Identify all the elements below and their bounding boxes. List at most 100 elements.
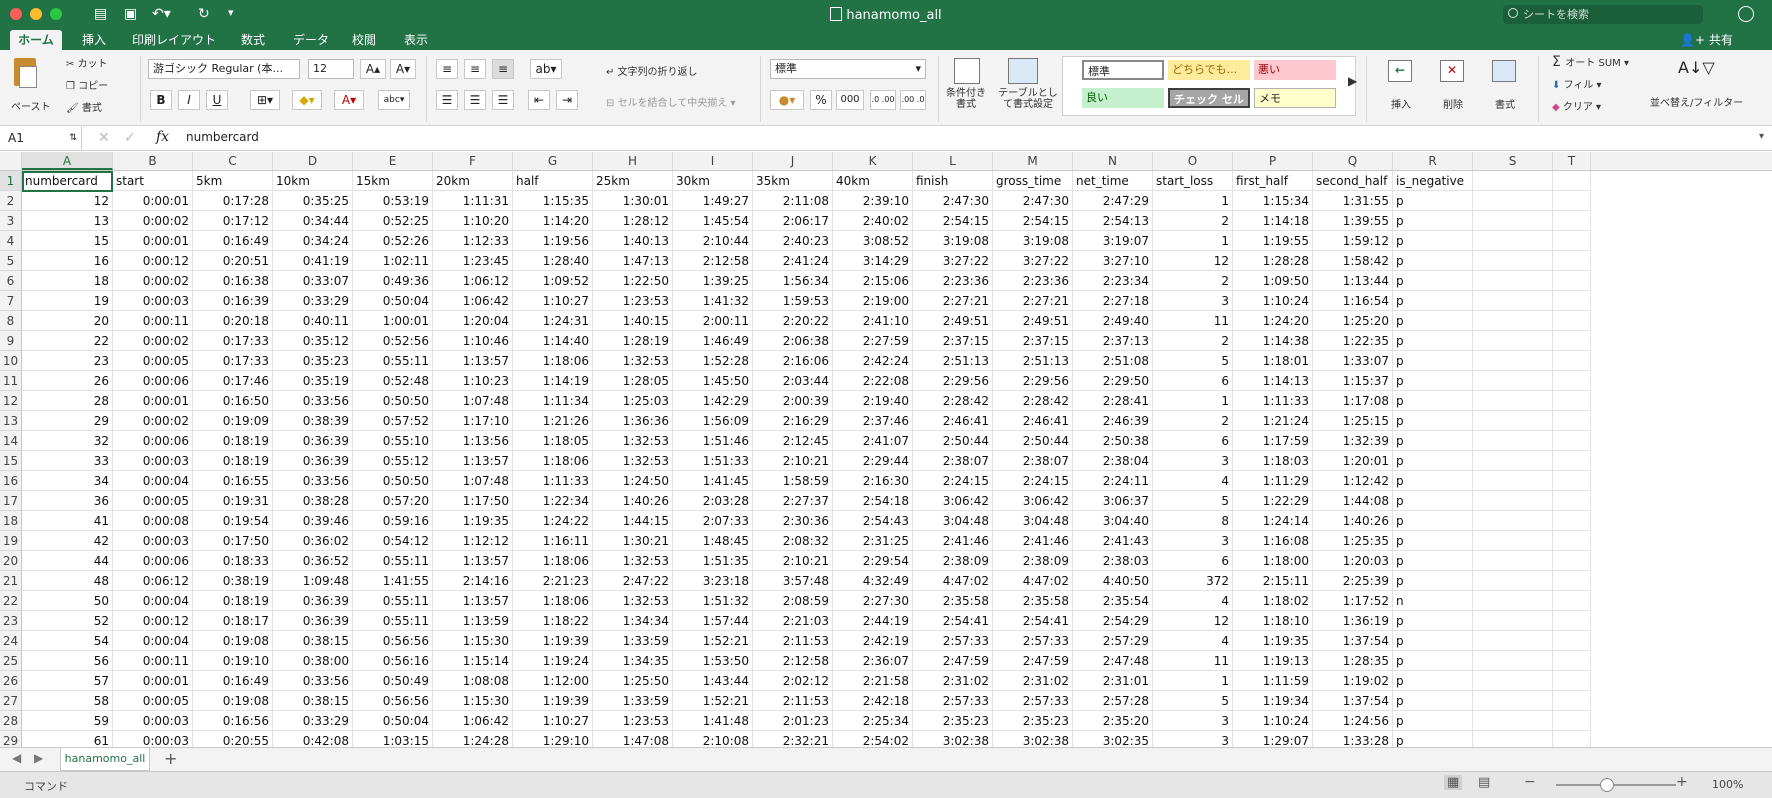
table-cell[interactable]: 2:01:23 bbox=[753, 711, 833, 731]
table-cell[interactable]: 2:29:44 bbox=[833, 451, 913, 471]
table-cell[interactable]: 0:56:56 bbox=[353, 631, 433, 651]
table-cell[interactable]: 0:56:56 bbox=[353, 691, 433, 711]
decrease-indent-button[interactable]: ⇤ bbox=[528, 90, 550, 110]
row-header-4[interactable]: 4 bbox=[0, 231, 22, 251]
sheet-search-input[interactable]: シートを検索 bbox=[1503, 5, 1703, 24]
insert-cells-button[interactable]: ← 挿入 bbox=[1380, 56, 1422, 118]
row-header-28[interactable]: 28 bbox=[0, 711, 22, 731]
table-cell[interactable]: 3 bbox=[1153, 531, 1233, 551]
table-cell[interactable] bbox=[1553, 731, 1591, 747]
table-cell[interactable] bbox=[1553, 351, 1591, 371]
table-cell[interactable]: 0:16:56 bbox=[193, 711, 273, 731]
table-cell[interactable]: 2:47:59 bbox=[913, 651, 993, 671]
table-cell[interactable]: 1:37:54 bbox=[1313, 631, 1393, 651]
table-cell[interactable]: 2:49:40 bbox=[1073, 311, 1153, 331]
table-cell[interactable]: 2:23:36 bbox=[993, 271, 1073, 291]
table-cell[interactable]: 2:47:22 bbox=[593, 571, 673, 591]
decrease-decimal-button[interactable]: .00 .0 bbox=[900, 90, 926, 110]
table-cell[interactable]: 2:54:15 bbox=[993, 211, 1073, 231]
table-cell[interactable]: 1:16:08 bbox=[1233, 531, 1313, 551]
table-cell[interactable]: 2:57:33 bbox=[993, 691, 1073, 711]
table-cell[interactable]: 1:33:28 bbox=[1313, 731, 1393, 747]
table-cell[interactable]: 0:20:55 bbox=[193, 731, 273, 747]
table-cell[interactable]: 1:22:29 bbox=[1233, 491, 1313, 511]
table-cell[interactable]: 1:08:08 bbox=[433, 671, 513, 691]
table-cell[interactable]: 1:18:06 bbox=[513, 551, 593, 571]
table-cell[interactable]: 1:52:21 bbox=[673, 631, 753, 651]
table-cell[interactable]: 2:41:46 bbox=[993, 531, 1073, 551]
add-sheet-icon[interactable]: + bbox=[164, 749, 177, 768]
row-header-3[interactable]: 3 bbox=[0, 211, 22, 231]
table-cell[interactable]: 2:38:04 bbox=[1073, 451, 1153, 471]
table-cell[interactable]: 16 bbox=[22, 251, 113, 271]
table-cell[interactable]: 1 bbox=[1153, 231, 1233, 251]
table-cell[interactable]: 19 bbox=[22, 291, 113, 311]
table-cell[interactable]: 2:46:39 bbox=[1073, 411, 1153, 431]
table-cell[interactable]: 2:10:44 bbox=[673, 231, 753, 251]
table-cell[interactable] bbox=[1553, 251, 1591, 271]
bold-button[interactable]: B bbox=[150, 90, 172, 110]
table-cell[interactable]: 2:51:08 bbox=[1073, 351, 1153, 371]
font-color-button[interactable]: A▾ bbox=[334, 90, 364, 110]
table-cell[interactable]: 2:37:15 bbox=[913, 331, 993, 351]
table-cell[interactable]: 0:17:33 bbox=[193, 331, 273, 351]
table-cell[interactable]: 1:14:13 bbox=[1233, 371, 1313, 391]
table-cell[interactable]: 1:12:00 bbox=[513, 671, 593, 691]
table-cell[interactable]: 1:20:04 bbox=[433, 311, 513, 331]
table-cell[interactable]: 8 bbox=[1153, 511, 1233, 531]
table-cell[interactable] bbox=[1473, 611, 1553, 631]
table-cell[interactable]: 0:00:01 bbox=[113, 671, 193, 691]
table-cell[interactable]: 2:46:41 bbox=[913, 411, 993, 431]
table-cell[interactable]: 0:38:39 bbox=[273, 411, 353, 431]
table-cell[interactable] bbox=[1553, 311, 1591, 331]
table-cell[interactable]: 2:15:11 bbox=[1233, 571, 1313, 591]
header-cell[interactable]: start_loss bbox=[1153, 171, 1233, 191]
table-cell[interactable]: 1:19:13 bbox=[1233, 651, 1313, 671]
table-cell[interactable] bbox=[1553, 431, 1591, 451]
table-cell[interactable]: 2:51:13 bbox=[993, 351, 1073, 371]
table-cell[interactable]: 1:11:31 bbox=[433, 191, 513, 211]
table-cell[interactable]: 2:25:39 bbox=[1313, 571, 1393, 591]
table-cell[interactable]: 0:18:19 bbox=[193, 451, 273, 471]
table-cell[interactable]: 1:44:08 bbox=[1313, 491, 1393, 511]
orientation-button[interactable]: ab▾ bbox=[530, 59, 562, 79]
scroll-right-icon[interactable]: ▶ bbox=[34, 751, 43, 765]
table-cell[interactable] bbox=[1553, 491, 1591, 511]
table-cell[interactable] bbox=[1473, 351, 1553, 371]
table-cell[interactable]: 1:18:03 bbox=[1233, 451, 1313, 471]
table-cell[interactable]: 2:29:54 bbox=[833, 551, 913, 571]
table-cell[interactable]: 1:24:50 bbox=[593, 471, 673, 491]
style-bad[interactable]: 悪い bbox=[1254, 60, 1336, 80]
table-cell[interactable]: 2:10:21 bbox=[753, 551, 833, 571]
row-header-9[interactable]: 9 bbox=[0, 331, 22, 351]
table-cell[interactable]: 0:54:12 bbox=[353, 531, 433, 551]
table-cell[interactable] bbox=[1473, 271, 1553, 291]
table-cell[interactable]: 2:51:13 bbox=[913, 351, 993, 371]
table-cell[interactable] bbox=[1553, 371, 1591, 391]
table-cell[interactable]: 3:04:48 bbox=[913, 511, 993, 531]
table-cell[interactable]: 0:00:02 bbox=[113, 331, 193, 351]
table-cell[interactable]: p bbox=[1393, 271, 1473, 291]
column-header-t[interactable]: T bbox=[1553, 152, 1591, 170]
table-cell[interactable]: 0:00:02 bbox=[113, 271, 193, 291]
table-cell[interactable]: p bbox=[1393, 451, 1473, 471]
scroll-left-icon[interactable]: ◀ bbox=[12, 751, 21, 765]
table-cell[interactable]: 2:31:01 bbox=[1073, 671, 1153, 691]
styles-more-icon[interactable]: ▶ bbox=[1348, 74, 1357, 88]
table-cell[interactable]: 2:12:45 bbox=[753, 431, 833, 451]
table-cell[interactable]: 11 bbox=[1153, 311, 1233, 331]
table-cell[interactable]: 2:54:18 bbox=[833, 491, 913, 511]
table-cell[interactable]: 1:19:02 bbox=[1313, 671, 1393, 691]
table-cell[interactable]: 2:57:33 bbox=[913, 631, 993, 651]
table-cell[interactable]: 0:16:49 bbox=[193, 231, 273, 251]
align-bottom-button[interactable]: ≡ bbox=[492, 59, 514, 79]
table-cell[interactable]: 1:41:32 bbox=[673, 291, 753, 311]
table-cell[interactable]: 2:08:32 bbox=[753, 531, 833, 551]
table-cell[interactable]: 2:50:44 bbox=[913, 431, 993, 451]
table-cell[interactable]: p bbox=[1393, 331, 1473, 351]
table-cell[interactable]: 1:45:50 bbox=[673, 371, 753, 391]
table-cell[interactable]: 3 bbox=[1153, 291, 1233, 311]
table-cell[interactable]: 1:10:23 bbox=[433, 371, 513, 391]
table-cell[interactable]: 0:19:08 bbox=[193, 691, 273, 711]
table-cell[interactable]: 2:12:58 bbox=[673, 251, 753, 271]
